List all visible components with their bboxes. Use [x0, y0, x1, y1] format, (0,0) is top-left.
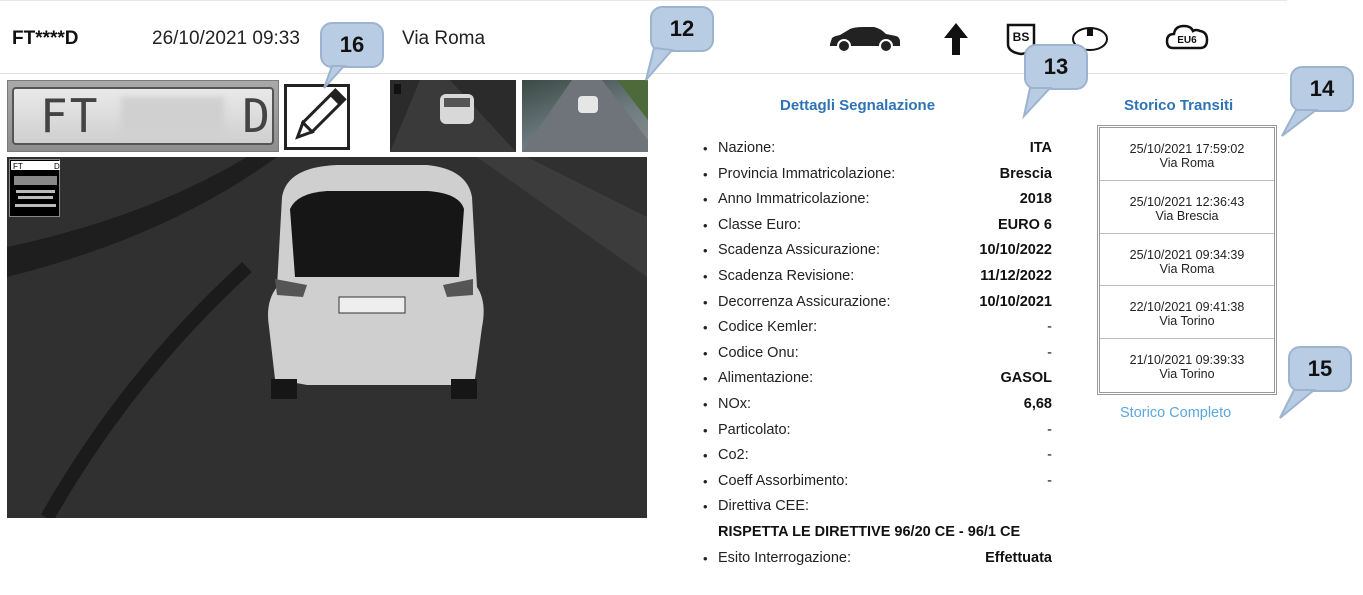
detail-codice-kemler: Codice Kemler:- — [700, 315, 1052, 341]
details-title: Dettagli Segnalazione — [780, 97, 936, 114]
callout-14-label: 14 — [1309, 76, 1335, 101]
province-badge-label: BS — [1013, 30, 1030, 44]
detail-esito-interrogazione: Esito Interrogazione:Effettuata — [700, 546, 1052, 572]
callout-15-label: 15 — [1307, 356, 1333, 381]
storico-title: Storico Transiti — [1124, 97, 1234, 114]
overlay-plate: FT — [13, 162, 23, 171]
storico-row-datetime: 21/10/2021 09:39:33 — [1129, 353, 1245, 368]
transit-datetime: 26/10/2021 09:33 — [152, 28, 300, 49]
callout-16-label: 16 — [339, 32, 365, 57]
storico-row[interactable]: 22/10/2021 09:41:38 Via Torino — [1100, 286, 1274, 340]
callout-14: 14 — [1281, 66, 1354, 137]
detail-scadenza-assicurazione: Scadenza Assicurazione:10/10/2022 — [700, 238, 1052, 264]
transit-header: FT****D 26/10/2021 09:33 Via Roma BS EU6 — [0, 0, 1287, 74]
detail-codice-onu: Codice Onu:- — [700, 341, 1052, 367]
storico-row[interactable]: 21/10/2021 09:39:33 Via Torino — [1100, 339, 1274, 392]
storico-row[interactable]: 25/10/2021 09:34:39 Via Roma — [1100, 234, 1274, 287]
detail-provincia: Provincia Immatricolazione:Brescia — [700, 162, 1052, 188]
pencil-icon — [295, 88, 347, 140]
storico-row-location: Via Roma — [1159, 261, 1215, 276]
detail-nox: NOx:6,68 — [700, 392, 1052, 418]
plate-crop-right: D — [242, 89, 272, 143]
detail-particolato: Particolato:- — [700, 418, 1052, 444]
storico-row[interactable]: 25/10/2021 17:59:02 Via Roma — [1100, 128, 1274, 181]
plate-crop-image: FT D — [7, 80, 279, 152]
thumbnail-rear-view[interactable] — [390, 80, 516, 152]
storico-row[interactable]: 25/10/2021 12:36:43 Via Brescia — [1100, 181, 1274, 234]
storico-row-datetime: 25/10/2021 09:34:39 — [1129, 247, 1245, 262]
detail-coeff-assorbimento: Coeff Assorbimento:- — [700, 469, 1052, 495]
transit-location: Via Roma — [402, 28, 486, 49]
storico-row-datetime: 25/10/2021 17:59:02 — [1129, 142, 1245, 156]
edit-plate-button[interactable] — [284, 84, 350, 150]
storico-row-location: Via Torino — [1159, 314, 1215, 329]
storico-completo-link[interactable]: Storico Completo — [1120, 405, 1231, 421]
car-icon — [826, 19, 902, 59]
storico-row-location: Via Torino — [1159, 367, 1215, 382]
thumbnail-context-view[interactable] — [522, 80, 648, 152]
callout-12: 12 — [645, 6, 714, 81]
plate-crop-blur — [121, 97, 225, 135]
storico-row-location: Via Roma — [1159, 156, 1215, 170]
detail-anno: Anno Immatricolazione:2018 — [700, 187, 1052, 213]
overlay-suffix: D — [54, 162, 60, 171]
vehicle-photo — [7, 157, 647, 518]
detail-alimentazione: Alimentazione:GASOL — [700, 366, 1052, 392]
detail-direttiva-cee: Direttiva CEE:RISPETTA LE DIRETTIVE 96/2… — [700, 494, 1052, 545]
detail-decorrenza-assicurazione: Decorrenza Assicurazione:10/10/2021 — [700, 290, 1052, 316]
callout-15: 15 — [1279, 346, 1352, 419]
callout-16: 16 — [320, 22, 384, 89]
euro6-icon: EU6 — [1165, 19, 1209, 59]
storico-row-location: Via Brescia — [1155, 208, 1219, 223]
storico-row-datetime: 25/10/2021 12:36:43 — [1129, 194, 1245, 209]
callout-12-label: 12 — [669, 16, 695, 41]
detail-nazione: Nazione:ITA — [700, 136, 1052, 162]
photo-info-overlay: FT D — [9, 159, 60, 217]
plate-number: FT****D — [12, 28, 79, 49]
detail-co2: Co2:- — [700, 443, 1052, 469]
storico-row-datetime: 22/10/2021 09:41:38 — [1129, 300, 1245, 315]
callout-13-label: 13 — [1043, 54, 1069, 79]
euro6-label: EU6 — [1177, 35, 1197, 46]
details-list: Nazione:ITA Provincia Immatricolazione:B… — [700, 136, 1052, 571]
callout-13: 13 — [1022, 44, 1088, 120]
plate-crop-plate: FT D — [12, 87, 274, 145]
detail-scadenza-revisione: Scadenza Revisione:11/12/2022 — [700, 264, 1052, 290]
arrow-up-icon — [943, 19, 969, 59]
storico-table: 25/10/2021 17:59:02 Via Roma 25/10/2021 … — [1097, 125, 1277, 395]
detail-classe-euro: Classe Euro:EURO 6 — [700, 213, 1052, 239]
plate-crop-left: FT — [40, 89, 100, 143]
